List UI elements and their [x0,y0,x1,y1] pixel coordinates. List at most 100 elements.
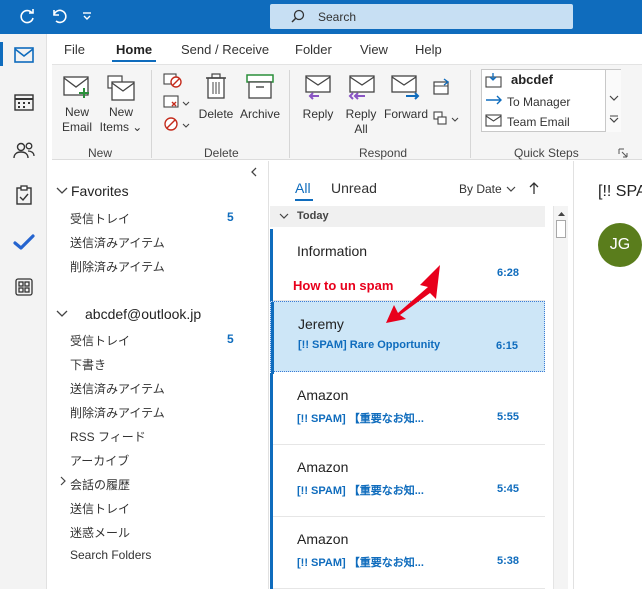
filter-unread-tab[interactable]: Unread [331,180,377,196]
tab-view[interactable]: View [360,42,388,57]
sync-icon[interactable] [18,7,36,30]
favorites-header[interactable]: Favorites [56,183,236,201]
tab-help[interactable]: Help [415,42,442,57]
folder-item[interactable]: 迷惑メール [56,522,248,540]
sort-by-date-button[interactable]: By Date [459,182,519,198]
folder-item[interactable]: アーカイブ [56,450,248,468]
folder-item[interactable]: Search Folders [56,546,248,564]
more-respond-icon[interactable] [432,110,462,128]
collapse-pane-icon[interactable] [250,167,258,177]
archive-icon [246,74,274,99]
chevron-down-icon [506,186,516,192]
message-item[interactable]: Amazon [!! SPAM] 【重要なお知... 5:45 [270,445,545,517]
sort-direction-icon[interactable] [528,181,540,195]
undo-icon[interactable] [50,7,68,30]
apps-icon[interactable] [0,270,47,304]
message-subject: [!! SPAM] 【重要なお知... [297,557,424,569]
quick-steps-scroll[interactable] [605,70,621,132]
sort-label: By Date [459,182,502,196]
calendar-icon[interactable] [0,85,47,119]
filter-all-underline [295,199,313,201]
folder-label: 削除済みアイテム [70,406,165,420]
folder-item[interactable]: 送信トレイ [56,498,248,516]
search-box[interactable]: Search [270,4,573,29]
ribbon-separator [151,70,152,158]
folder-item[interactable]: 下書き [56,354,248,372]
chevron-down-icon [56,187,68,194]
chevron-down-icon [56,310,68,317]
new-items-button[interactable]: New Items ⌄ [98,72,144,138]
reading-subject: [!! SPA [598,183,642,200]
tasks-icon[interactable] [0,178,47,212]
new-email-button[interactable]: New Email [58,72,96,138]
ribbon-separator [289,70,290,158]
tab-folder[interactable]: Folder [295,42,332,57]
message-list-scrollbar[interactable] [553,206,568,589]
filter-all-tab[interactable]: All [295,180,311,196]
unread-indicator [270,229,273,301]
tab-home[interactable]: Home [116,42,152,57]
todo-icon[interactable] [0,225,47,259]
folder-label: RSS フィード [70,430,146,444]
group-label-delete: Delete [204,146,239,160]
reply-all-icon [348,75,375,100]
mail-icon[interactable] [0,38,47,72]
group-header-today[interactable]: Today [270,206,545,227]
reply-all-button[interactable]: Reply All [340,72,382,138]
trash-icon [206,73,226,99]
delete-label: Delete [198,107,234,121]
folder-item[interactable]: 受信トレイ 5 [56,330,248,348]
scrollbar-thumb[interactable] [556,220,566,238]
junk-icon[interactable] [162,114,192,136]
reply-all-label-2: All [354,122,368,136]
account-header[interactable]: abcdef@outlook.jp [56,306,246,324]
avatar[interactable]: JG [598,223,642,267]
message-time: 6:28 [496,267,519,279]
customize-quick-access-icon[interactable] [82,7,92,32]
folder-item[interactable]: 削除済みアイテム [56,256,248,274]
delete-button[interactable]: Delete [196,72,236,132]
folder-item[interactable]: 削除済みアイテム [56,402,248,420]
favorites-label: Favorites [71,183,129,199]
search-icon [291,9,305,23]
tab-file[interactable]: File [64,42,85,57]
message-subject: [!! SPAM] 【重要なお知... [297,485,424,497]
message-item[interactable]: Amazon [!! SPAM] 【重要なお知... 5:38 [270,517,545,589]
quick-step-team-email-label: Team Email [507,115,570,129]
dialog-launcher-icon[interactable] [618,148,628,158]
quick-step-to-manager[interactable]: To Manager [485,92,603,110]
folder-item[interactable]: 送信済みアイテム [56,378,248,396]
tab-home-underline [112,60,156,62]
folder-item[interactable]: 会話の履歴 [56,474,248,492]
folder-label: 受信トレイ [70,334,131,348]
archive-label: Archive [239,107,280,121]
search-placeholder: Search [318,10,357,24]
annotation-text: How to un spam [293,278,394,293]
people-icon[interactable] [0,133,47,167]
forward-button[interactable]: Forward [384,72,428,132]
folder-label: 会話の履歴 [70,478,131,492]
message-subject: [!! SPAM] 【重要なお知... [297,413,424,425]
archive-button[interactable]: Archive [238,72,282,132]
arrow-right-icon [486,95,502,105]
forward-label: Forward [384,107,429,121]
ignore-icon[interactable] [162,70,186,90]
new-email-label-1: New [64,105,89,119]
quick-step-team-email[interactable]: Team Email [485,112,603,130]
account-label: abcdef@outlook.jp [85,306,202,322]
new-email-icon [63,76,89,98]
folder-item[interactable]: 受信トレイ 5 [56,208,248,226]
chevron-right-icon[interactable] [60,476,66,486]
quick-step-abcdef[interactable]: abcdef [485,70,603,90]
folder-label: アーカイブ [70,454,130,468]
folder-item[interactable]: RSS フィード [56,426,248,444]
tab-send-receive[interactable]: Send / Receive [181,42,269,57]
message-item[interactable]: Amazon [!! SPAM] 【重要なお知... 5:55 [270,373,545,445]
unread-count: 5 [227,210,234,224]
reply-button[interactable]: Reply [298,72,338,132]
unread-indicator [270,373,273,445]
folder-item[interactable]: 送信済みアイテム [56,232,248,250]
cleanup-icon[interactable] [162,92,192,112]
unread-indicator [270,445,273,517]
meeting-icon[interactable] [432,78,452,96]
